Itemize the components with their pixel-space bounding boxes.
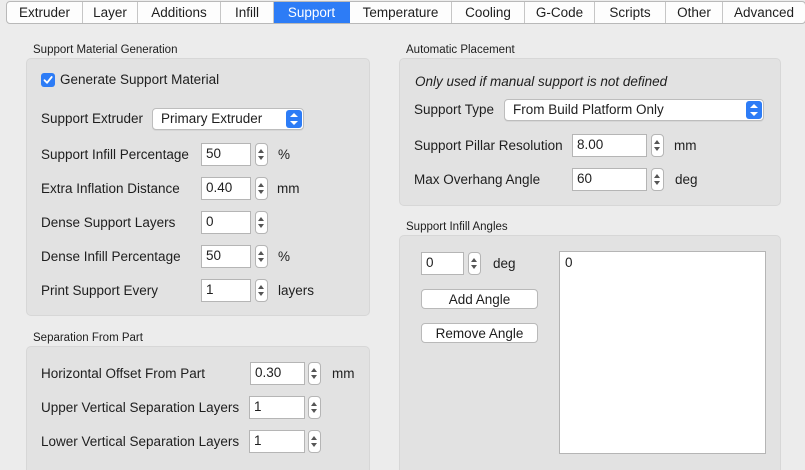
horizontal-offset-label: Horizontal Offset From Part: [41, 366, 206, 381]
dense-infill-percentage-stepper[interactable]: [255, 245, 268, 268]
separation-from-part-title: Separation From Part: [33, 332, 143, 344]
support-material-generation-title: Support Material Generation: [33, 44, 178, 56]
print-support-every-label: Print Support Every: [41, 283, 159, 298]
extra-inflation-distance-label: Extra Inflation Distance: [41, 181, 180, 196]
tab-cooling[interactable]: Cooling: [452, 2, 525, 23]
angle-input-stepper[interactable]: [468, 252, 481, 275]
max-overhang-angle-stepper[interactable]: [651, 168, 664, 191]
support-infill-angles-title: Support Infill Angles: [406, 221, 508, 233]
support-infill-angles-group: 0 deg Add Angle Remove Angle 0: [399, 235, 781, 470]
remove-angle-button[interactable]: Remove Angle: [421, 323, 538, 343]
print-support-every-field[interactable]: 1: [201, 279, 251, 302]
support-type-popup[interactable]: From Build Platform Only: [504, 99, 764, 121]
max-overhang-angle-label: Max Overhang Angle: [414, 172, 541, 187]
dense-support-layers-stepper[interactable]: [255, 211, 268, 234]
extra-inflation-distance-unit: mm: [277, 181, 300, 196]
popup-arrows-icon: [746, 101, 762, 119]
dense-infill-percentage-unit: %: [278, 249, 291, 264]
dense-support-layers-label: Dense Support Layers: [41, 215, 176, 230]
upper-vertical-separation-label: Upper Vertical Separation Layers: [41, 400, 240, 415]
automatic-placement-title: Automatic Placement: [406, 44, 515, 56]
tab-advanced[interactable]: Advanced: [723, 2, 805, 23]
tab-layer[interactable]: Layer: [83, 2, 138, 23]
print-support-every-stepper[interactable]: [255, 279, 268, 302]
tab-other[interactable]: Other: [666, 2, 723, 23]
tab-infill[interactable]: Infill: [221, 2, 274, 23]
generate-support-checkbox[interactable]: [41, 73, 55, 87]
popup-arrows-icon: [286, 110, 302, 128]
automatic-placement-note: Only used if manual support is not defin…: [415, 74, 668, 89]
support-type-label: Support Type: [414, 102, 495, 117]
tab-temperature[interactable]: Temperature: [350, 2, 452, 23]
support-infill-percentage-label: Support Infill Percentage: [41, 147, 189, 162]
horizontal-offset-field[interactable]: 0.30: [250, 362, 305, 385]
pillar-resolution-label: Support Pillar Resolution: [414, 138, 563, 153]
support-type-value: From Build Platform Only: [513, 102, 664, 117]
generate-support-label: Generate Support Material: [60, 72, 220, 87]
support-infill-percentage-unit: %: [278, 147, 291, 162]
support-extruder-popup[interactable]: Primary Extruder: [152, 108, 304, 130]
upper-vertical-separation-field[interactable]: 1: [249, 396, 305, 419]
horizontal-offset-unit: mm: [332, 366, 355, 381]
upper-vertical-separation-stepper[interactable]: [308, 396, 321, 419]
angle-input-unit: deg: [493, 256, 516, 271]
pillar-resolution-stepper[interactable]: [651, 134, 664, 157]
support-extruder-value: Primary Extruder: [161, 111, 263, 126]
add-angle-button[interactable]: Add Angle: [421, 289, 538, 309]
max-overhang-angle-unit: deg: [675, 172, 698, 187]
max-overhang-angle-field[interactable]: 60: [572, 168, 647, 191]
pillar-resolution-unit: mm: [674, 138, 697, 153]
tab-g-code[interactable]: G-Code: [525, 2, 595, 23]
lower-vertical-separation-stepper[interactable]: [308, 430, 321, 453]
tab-support[interactable]: Support: [274, 2, 350, 23]
support-infill-percentage-field[interactable]: 50: [201, 143, 251, 166]
tab-additions[interactable]: Additions: [138, 2, 221, 23]
automatic-placement-group: Only used if manual support is not defin…: [399, 58, 781, 206]
dense-infill-percentage-field[interactable]: 50: [201, 245, 251, 268]
angle-input-field[interactable]: 0: [421, 252, 464, 275]
tab-scripts[interactable]: Scripts: [595, 2, 666, 23]
list-item[interactable]: 0: [565, 255, 765, 270]
lower-vertical-separation-label: Lower Vertical Separation Layers: [41, 434, 240, 449]
tab-extruder[interactable]: Extruder: [7, 2, 83, 23]
print-support-every-unit: layers: [278, 283, 315, 298]
support-extruder-label: Support Extruder: [41, 111, 144, 126]
tab-bar: Extruder Layer Additions Infill Support …: [6, 1, 805, 24]
support-material-generation-group: Generate Support Material Support Extrud…: [26, 58, 370, 316]
dense-support-layers-field[interactable]: 0: [201, 211, 251, 234]
separation-from-part-group: Horizontal Offset From Part 0.30 mm Uppe…: [26, 346, 370, 470]
checkmark-icon: [43, 76, 53, 84]
extra-inflation-distance-stepper[interactable]: [255, 177, 268, 200]
lower-vertical-separation-field[interactable]: 1: [249, 430, 305, 453]
support-infill-percentage-stepper[interactable]: [255, 143, 268, 166]
extra-inflation-distance-field[interactable]: 0.40: [201, 177, 251, 200]
pillar-resolution-field[interactable]: 8.00: [572, 134, 647, 157]
dense-infill-percentage-label: Dense Infill Percentage: [41, 249, 181, 264]
horizontal-offset-stepper[interactable]: [308, 362, 321, 385]
angles-list[interactable]: 0: [559, 251, 766, 454]
